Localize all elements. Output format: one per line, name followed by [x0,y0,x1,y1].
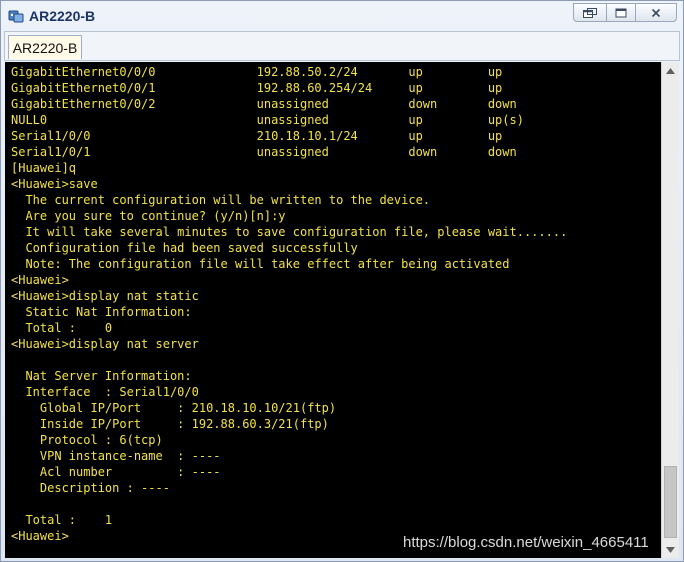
restore-icon [583,7,597,18]
title-bar[interactable]: AR2220-B [1,1,683,31]
watermark-url: https://blog.csdn.net/weixin_4665411 [403,534,649,551]
terminal-line: Description : ---- [11,481,170,495]
terminal-line: Total : 0 [11,321,113,335]
terminal-line: Configuration file had been saved succes… [11,241,358,255]
terminal-line: <Huawei>save [11,177,98,191]
terminal-console[interactable]: GigabitEthernet0/0/0 192.88.50.2/24 up u… [5,62,661,558]
window-title: AR2220-B [29,8,96,24]
router-app-icon [8,10,24,23]
terminal-line: Inside IP/Port : 192.88.60.3/21(ftp) [11,417,329,431]
terminal-scrollbar[interactable] [661,62,679,558]
terminal-line: Are you sure to continue? (y/n)[n]:y [11,209,286,223]
arrow-down-icon [666,546,675,553]
minimize-button[interactable] [606,3,636,22]
close-button[interactable] [635,3,677,22]
close-icon [651,8,661,17]
scroll-down-button[interactable] [662,541,679,558]
terminal-line: NULL0 unassigned up up(s) [11,113,524,127]
terminal-line: Note: The configuration file will take e… [11,257,510,271]
terminal-line: VPN instance-name : ---- [11,449,221,463]
tab-strip: AR2220-B [4,31,680,61]
scroll-up-button[interactable] [662,62,679,79]
terminal-line: Serial1/0/0 210.18.10.1/24 up up [11,129,503,143]
terminal-line: Protocol : 6(tcp) [11,433,163,447]
terminal-line: Global IP/Port : 210.18.10.10/21(ftp) [11,401,337,415]
terminal-line: It will take several minutes to save con… [11,225,568,239]
scroll-thumb[interactable] [664,466,677,538]
terminal-line: Interface : Serial1/0/0 [11,385,199,399]
terminal-line: [Huawei]q [11,161,77,175]
terminal-line: GigabitEthernet0/0/2 unassigned down dow… [11,97,517,111]
arrow-up-icon [666,67,675,74]
terminal-line: <Huawei>display nat server [11,337,199,351]
app-window: AR2220-B AR2220-B GigabitEthernet0/0/0 1… [0,0,684,562]
terminal-line: Total : 1 [11,513,113,527]
terminal-line: Acl number : ---- [11,465,221,479]
terminal-line: <Huawei> [11,273,69,287]
terminal-line: GigabitEthernet0/0/0 192.88.50.2/24 up u… [11,65,503,79]
terminal-output: GigabitEthernet0/0/0 192.88.50.2/24 up u… [11,64,567,544]
terminal-line: GigabitEthernet0/0/1 192.88.60.254/24 up… [11,81,503,95]
window-controls [573,3,677,23]
restore-button[interactable] [573,3,607,22]
minimize-icon [615,8,627,17]
terminal-line: Static Nat Information: [11,305,192,319]
terminal-line: Nat Server Information: [11,369,192,383]
tab-ar2220-b[interactable]: AR2220-B [8,35,82,59]
terminal-line: Serial1/0/1 unassigned down down [11,145,517,159]
terminal-line: <Huawei>display nat static [11,289,199,303]
terminal-line: The current configuration will be writte… [11,193,431,207]
